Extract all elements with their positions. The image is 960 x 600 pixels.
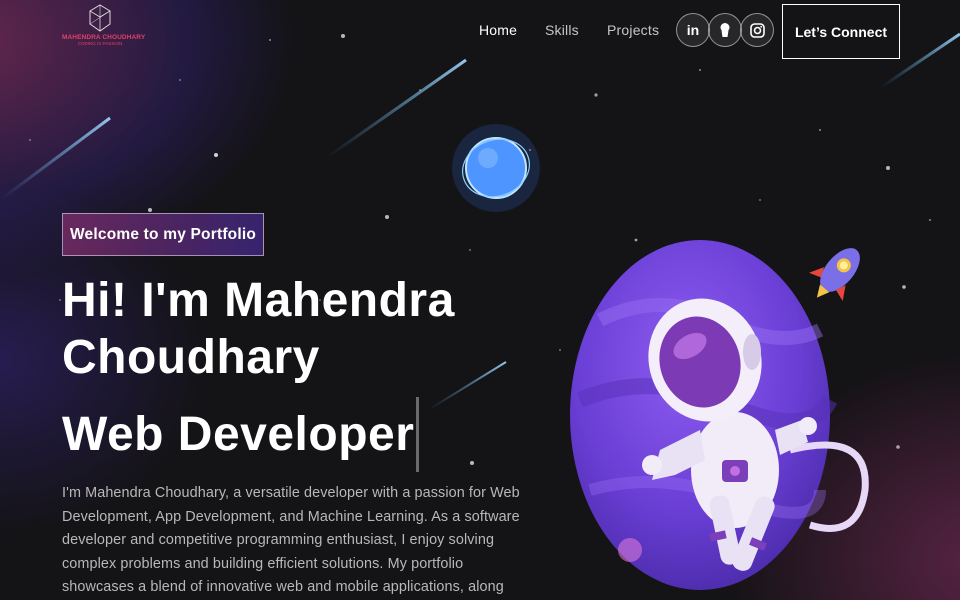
role-text: Web Developer bbox=[62, 408, 415, 461]
instagram-icon bbox=[749, 22, 765, 38]
linkedin-icon: in bbox=[686, 22, 700, 38]
hero-heading-line-2: Choudhary bbox=[62, 331, 320, 384]
brand-name: MAHENDRA CHOUDHARY bbox=[62, 34, 146, 41]
hero-heading: Hi! I'm Mahendra Choudhary bbox=[62, 272, 455, 386]
typing-caret bbox=[416, 397, 420, 472]
logo-geometric-icon bbox=[89, 4, 111, 32]
hero-heading-line-1: Hi! I'm Mahendra bbox=[62, 274, 455, 327]
brand-logo[interactable]: MAHENDRA CHOUDHARY CODING IS PASSION bbox=[62, 4, 146, 58]
nav-link-home[interactable]: Home bbox=[479, 22, 517, 38]
nav-link-skills[interactable]: Skills bbox=[545, 22, 579, 38]
typed-role: Web Developer bbox=[62, 397, 420, 472]
nav-link-projects[interactable]: Projects bbox=[607, 22, 659, 38]
astronaut-illustration bbox=[570, 240, 869, 590]
hero-page: MAHENDRA CHOUDHARY CODING IS PASSION Hom… bbox=[0, 0, 960, 600]
brand-tagline: CODING IS PASSION bbox=[77, 41, 123, 46]
linkedin-button[interactable]: in bbox=[676, 13, 710, 47]
navbar: MAHENDRA CHOUDHARY CODING IS PASSION Hom… bbox=[0, 0, 960, 62]
instagram-button[interactable] bbox=[740, 13, 774, 47]
lets-connect-button[interactable]: Let’s Connect bbox=[782, 4, 900, 59]
welcome-badge: Welcome to my Portfolio bbox=[62, 213, 265, 256]
github-icon bbox=[720, 23, 730, 37]
hero-description: I'm Mahendra Choudhary, a versatile deve… bbox=[62, 485, 520, 595]
github-button[interactable] bbox=[708, 13, 742, 47]
